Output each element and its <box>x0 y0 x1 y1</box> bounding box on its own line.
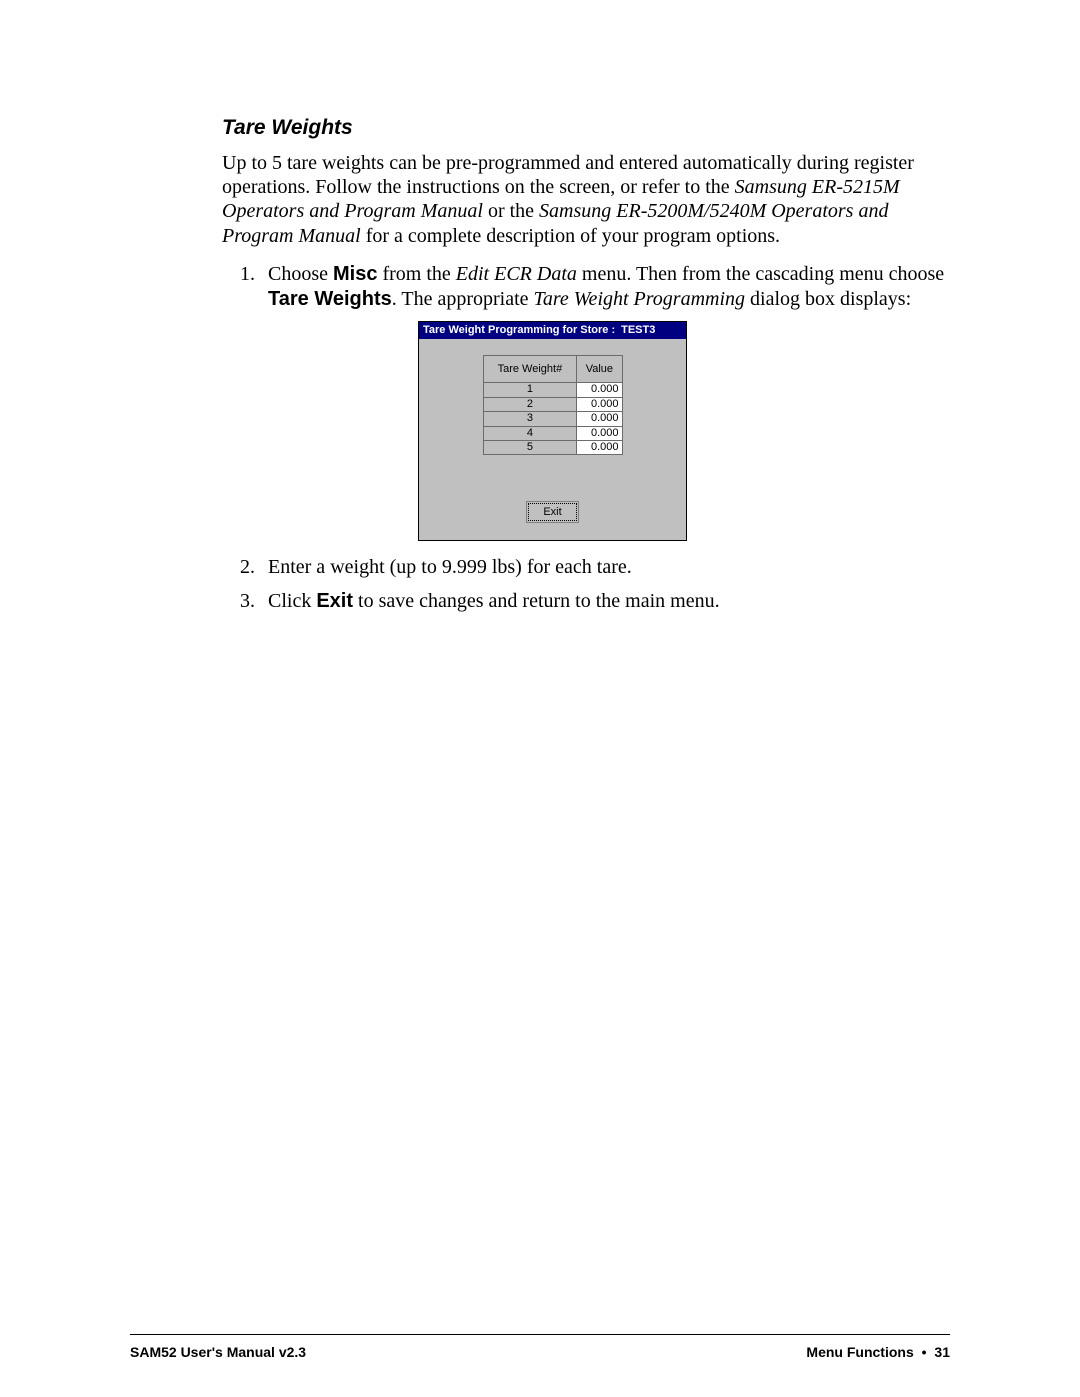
tare-number-cell: 1 <box>483 383 577 397</box>
tare-value-cell[interactable]: 0.000 <box>577 397 622 411</box>
footer-section-name: Menu Functions <box>806 1344 913 1360</box>
footer-divider <box>130 1334 950 1335</box>
step3-text-a: Click <box>268 590 316 612</box>
section-heading: Tare Weights <box>222 115 950 141</box>
footer-bullet: • <box>918 1344 931 1360</box>
step-1: Choose Misc from the Edit ECR Data menu.… <box>260 262 950 541</box>
step3-text-b: to save changes and return to the main m… <box>353 590 720 612</box>
exit-button-wrap: Exit <box>439 497 666 521</box>
tare-value-cell[interactable]: 0.000 <box>577 383 622 397</box>
table-row: 2 0.000 <box>483 397 622 411</box>
step1-text-d: . The appropriate <box>392 288 534 310</box>
menu-tare-weights-label: Tare Weights <box>268 288 392 310</box>
dialog-store-name: TEST3 <box>621 324 655 337</box>
dialog-body: Tare Weight# Value 1 0.000 2 0.000 3 <box>419 339 686 539</box>
menu-misc-label: Misc <box>333 263 377 285</box>
tare-weight-dialog: Tare Weight Programming for Store : TEST… <box>418 321 687 541</box>
table-row: 5 0.000 <box>483 440 622 454</box>
table-row: 3 0.000 <box>483 412 622 426</box>
col-value: Value <box>577 356 622 383</box>
intro-text-3: for a complete description of your progr… <box>361 225 780 247</box>
col-tare-weight-number: Tare Weight# <box>483 356 577 383</box>
footer-page-number: 31 <box>934 1344 950 1360</box>
table-header-row: Tare Weight# Value <box>483 356 622 383</box>
step-3: Click Exit to save changes and return to… <box>260 589 950 613</box>
page-footer: SAM52 User's Manual v2.3 Menu Functions … <box>130 1344 950 1361</box>
step1-text-c: menu. Then from the cascading menu choos… <box>577 263 944 285</box>
tare-value-cell[interactable]: 0.000 <box>577 426 622 440</box>
intro-text-2: or the <box>483 200 539 222</box>
dialog-title-label: Tare Weight Programming for Store : <box>423 324 615 337</box>
step-2: Enter a weight (up to 9.999 lbs) for eac… <box>260 555 950 579</box>
step1-text-a: Choose <box>268 263 333 285</box>
footer-right: Menu Functions • 31 <box>806 1344 950 1361</box>
tare-number-cell: 4 <box>483 426 577 440</box>
dialog-name-ref: Tare Weight Programming <box>534 288 746 310</box>
tare-number-cell: 3 <box>483 412 577 426</box>
tare-number-cell: 2 <box>483 397 577 411</box>
menu-edit-ecr: Edit ECR Data <box>456 263 577 285</box>
manual-page: Tare Weights Up to 5 tare weights can be… <box>0 0 1080 1397</box>
tare-value-cell[interactable]: 0.000 <box>577 440 622 454</box>
tare-number-cell: 5 <box>483 440 577 454</box>
table-row: 4 0.000 <box>483 426 622 440</box>
intro-paragraph: Up to 5 tare weights can be pre-programm… <box>222 151 950 249</box>
exit-button[interactable]: Exit <box>528 503 576 521</box>
exit-label-ref: Exit <box>316 590 353 612</box>
step1-text-b: from the <box>377 263 455 285</box>
tare-weight-table: Tare Weight# Value 1 0.000 2 0.000 3 <box>483 355 623 455</box>
tare-value-cell[interactable]: 0.000 <box>577 412 622 426</box>
dialog-title-bar: Tare Weight Programming for Store : TEST… <box>419 322 686 339</box>
steps-list: Choose Misc from the Edit ECR Data menu.… <box>222 262 950 613</box>
step1-text-e: dialog box displays: <box>745 288 911 310</box>
table-row: 1 0.000 <box>483 383 622 397</box>
footer-manual-title: SAM52 User's Manual v2.3 <box>130 1344 306 1361</box>
